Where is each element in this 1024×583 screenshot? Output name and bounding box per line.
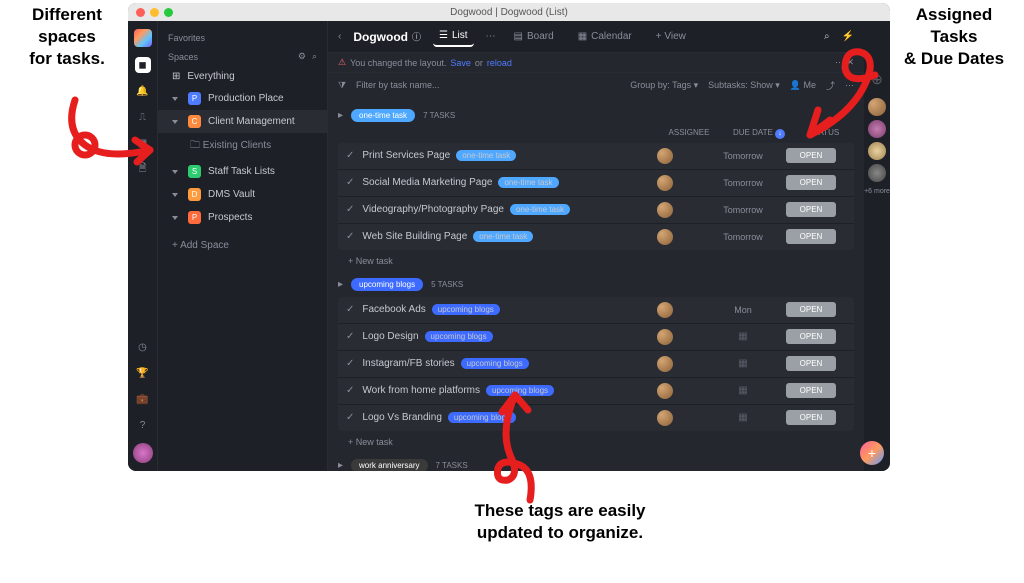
arrow-spaces [55,90,175,180]
home-icon[interactable]: ◼ [135,57,151,73]
maximize-dot[interactable] [164,8,173,17]
status-pill[interactable]: OPEN [786,356,836,371]
minimize-dot[interactable] [150,8,159,17]
view-calendar[interactable]: ▦Calendar [572,27,638,46]
assignee-avatar[interactable] [657,383,673,399]
status-pill[interactable]: OPEN [786,229,836,244]
filter-icon[interactable]: ⧩ [338,80,346,91]
presence-avatar[interactable] [868,164,886,182]
assignee-avatar[interactable] [657,148,673,164]
assignee-avatar[interactable] [657,175,673,191]
user-avatar[interactable] [133,443,153,463]
check-icon[interactable]: ✓ [346,358,354,369]
check-icon[interactable]: ✓ [346,177,354,188]
status-pill[interactable]: OPEN [786,202,836,217]
group-header[interactable]: ▸work anniversary7 TASKS [338,459,854,472]
task-row[interactable]: ✓Instagram/FB storiesupcoming blogs▦OPEN [338,351,854,378]
sidebar-sub-item[interactable]: 🗀 Existing Clients [158,133,327,160]
sidebar-item-staff-task-lists[interactable]: SStaff Task Lists [158,160,327,183]
traffic-lights[interactable] [136,8,173,17]
back-icon[interactable]: ‹ [338,31,341,42]
clock-icon[interactable]: ◷ [135,339,151,355]
everything-item[interactable]: ⊞ Everything [158,66,327,87]
groupby-button[interactable]: Group by: Tags ▾ [630,80,698,91]
add-space-button[interactable]: + Add Space [158,235,327,256]
status-pill[interactable]: OPEN [786,383,836,398]
filter-input[interactable]: Filter by task name... [356,80,440,90]
new-task-button[interactable]: + New task [338,431,854,453]
trophy-icon[interactable]: 🏆 [135,365,151,381]
info-icon[interactable]: ⓘ [412,30,421,43]
favorites-section[interactable]: Favorites [158,29,327,47]
sidebar-item-dms-vault[interactable]: DDMS Vault [158,183,327,206]
fab-button[interactable]: + [860,441,884,465]
more-icon[interactable]: ⋯ [486,31,496,42]
annotation-spaces: Different spaces for tasks. [12,4,122,70]
task-row[interactable]: ✓Work from home platformsupcoming blogs▦… [338,378,854,405]
check-icon[interactable]: ✓ [346,204,354,215]
spaces-section: Spaces ⚙ ⌕ [158,47,327,66]
window-title: Dogwood | Dogwood (List) [450,7,568,18]
grid-icon: ⊞ [172,71,180,82]
add-view-button[interactable]: + View [650,27,692,46]
arrow-tags [460,390,570,510]
status-pill[interactable]: OPEN [786,148,836,163]
task-row[interactable]: ✓Facebook Adsupcoming blogsMonOPEN [338,297,854,324]
view-list[interactable]: ☰List [433,26,474,47]
save-link[interactable]: Save [450,58,471,68]
app-logo-icon[interactable] [134,29,152,47]
status-pill[interactable]: OPEN [786,329,836,344]
gear-icon[interactable]: ⚙ [298,51,306,62]
check-icon[interactable]: ✓ [346,304,354,315]
new-task-button[interactable]: + New task [338,250,854,272]
task-row[interactable]: ✓Logo Designupcoming blogs▦OPEN [338,324,854,351]
check-icon[interactable]: ✓ [346,331,354,342]
board-icon: ▤ [514,31,523,42]
annotation-assigned: Assigned Tasks & Due Dates [894,4,1014,70]
task-row[interactable]: ✓Videography/Photography Pageone-time ta… [338,197,854,224]
assignee-avatar[interactable] [657,410,673,426]
presence-more[interactable]: +6 more [864,188,890,196]
list-icon: ☰ [439,30,448,41]
view-board[interactable]: ▤Board [508,27,560,46]
task-row[interactable]: ✓Social Media Marketing Pageone-time tas… [338,170,854,197]
status-pill[interactable]: OPEN [786,175,836,190]
search-icon[interactable]: ⌕ [312,51,317,62]
status-pill[interactable]: OPEN [786,410,836,425]
assignee-avatar[interactable] [657,302,673,318]
reload-link[interactable]: reload [487,58,512,68]
sidebar-item-production-place[interactable]: PProduction Place [158,87,327,110]
task-row[interactable]: ✓Logo Vs Brandingupcoming blogs▦OPEN [338,405,854,431]
check-icon[interactable]: ✓ [346,231,354,242]
check-icon[interactable]: ✓ [346,412,354,423]
arrow-assigned [760,40,900,150]
group-header[interactable]: ▸upcoming blogs5 TASKS [338,278,854,291]
sidebar-item-client-management[interactable]: CClient Management [158,110,327,133]
assignee-avatar[interactable] [657,229,673,245]
task-row[interactable]: ✓Web Site Building Pageone-time taskTomo… [338,224,854,250]
check-icon[interactable]: ✓ [346,385,354,396]
assignee-avatar[interactable] [657,329,673,345]
status-pill[interactable]: OPEN [786,302,836,317]
annotation-tags: These tags are easily updated to organiz… [430,500,690,544]
assignee-avatar[interactable] [657,202,673,218]
nav-rail: ◼ 🔔 ⎍ ▦ 🗎 ◷ 🏆 💼 ? [128,21,158,471]
check-icon[interactable]: ✓ [346,150,354,161]
help-icon[interactable]: ? [135,417,151,433]
task-list-content: ▸one-time task7 TASKSASSIGNEEDUE DATE ↓S… [328,97,864,471]
close-dot[interactable] [136,8,145,17]
titlebar: Dogwood | Dogwood (List) [128,3,890,21]
briefcase-icon[interactable]: 💼 [135,391,151,407]
sidebar: Favorites Spaces ⚙ ⌕ ⊞ Everything PProdu… [158,21,328,471]
calendar-icon: ▦ [578,31,587,42]
sidebar-item-prospects[interactable]: PProspects [158,206,327,229]
assignee-avatar[interactable] [657,356,673,372]
breadcrumb[interactable]: Dogwood ⓘ [353,30,421,44]
